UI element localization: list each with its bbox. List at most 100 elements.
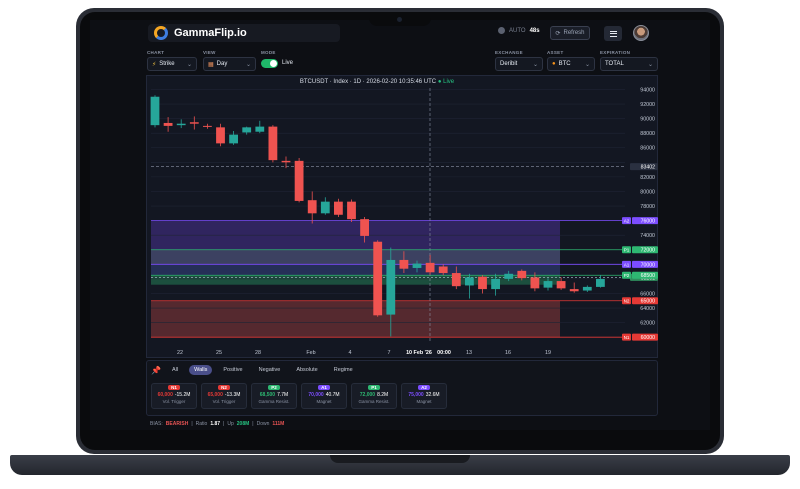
avatar[interactable] [633, 25, 649, 41]
level-strike: 60,000 [157, 392, 173, 398]
level-tag: P2 [624, 273, 630, 278]
logo[interactable]: GammaFlip.io [148, 24, 340, 42]
candle-body [150, 96, 160, 126]
asset-select-value: BTC [558, 61, 571, 67]
filter-chip-positive[interactable]: Positive [218, 365, 247, 375]
chart-select-value: Strike [159, 61, 175, 67]
ratio-value: 1.87 [210, 420, 221, 427]
level-tag: N2 [624, 299, 630, 304]
refresh-label: Refresh [563, 30, 585, 36]
y-tick-label: 80000 [640, 189, 655, 195]
candle-body [334, 201, 343, 215]
up-label: Up [227, 420, 234, 427]
filter-chip-negative[interactable]: Negative [254, 365, 286, 375]
level-card-a1[interactable]: A1 70,000 40.7M Magnet [301, 383, 347, 409]
y-tick-label: 90000 [640, 117, 655, 123]
pin-icon[interactable]: 📌 [151, 366, 161, 375]
refresh-icon: ⟳ [555, 30, 561, 37]
y-tick-label: 94000 [640, 87, 655, 93]
camera-icon [397, 17, 402, 22]
logo-icon [154, 26, 168, 40]
expiration-select[interactable]: TOTAL ⌄ [600, 57, 658, 71]
level-strike: 68,500 [259, 392, 276, 398]
auto-refresh-toggle[interactable]: AUTO 48s [498, 27, 540, 34]
candle-body [347, 201, 356, 220]
level-strike: 70,000 [308, 392, 324, 398]
level-amount: 40.7M [325, 392, 340, 398]
x-tick-label: 00:00 [437, 350, 451, 356]
filter-chip-absolute[interactable]: Absolute [291, 365, 322, 375]
level-value: 60000 [641, 335, 656, 341]
level-tag: A2 [624, 219, 630, 224]
calendar-icon: ▦ [208, 61, 214, 68]
y-tick-label: 86000 [640, 146, 655, 152]
level-card-n1[interactable]: N1 60,000 -15.2M Vol. Trigger [151, 383, 197, 409]
candle-body [189, 122, 199, 124]
x-tick-label: 4 [349, 350, 352, 356]
candle-body [425, 262, 435, 273]
y-tick-label: 64000 [640, 306, 655, 312]
chart-canvas[interactable]: 60000 62000 64000 66000 70000 72000 74000 76000… [147, 76, 659, 359]
filter-chip-regime[interactable]: Regime [329, 365, 358, 375]
negative-gamma-zone [151, 300, 560, 338]
candle-body [412, 263, 422, 268]
level-card-p2[interactable]: P2 68,500 7.7M Gamma Resist. [251, 383, 297, 409]
filter-chip-all[interactable]: All [167, 365, 183, 375]
chart-select[interactable]: ⚡ Strike ⌄ [147, 57, 197, 71]
candle-body [176, 123, 186, 126]
candle-body [229, 134, 238, 144]
candle-body [242, 127, 252, 133]
chart-label: CHART [147, 50, 165, 55]
level-card-a2[interactable]: A2 75,000 32.6M Magnet [401, 383, 447, 409]
level-amount: -13.3M [224, 392, 241, 398]
level-amount: 32.6M [425, 392, 440, 398]
level-tag: A1 [318, 385, 330, 390]
level-desc: Gamma Resist. [258, 399, 290, 404]
candle-body [438, 266, 448, 274]
candle-body [399, 259, 409, 269]
view-select-value: Day [216, 61, 228, 67]
x-tick-label: 13 [466, 350, 472, 356]
level-tag: N1 [168, 385, 180, 390]
view-select[interactable]: ▦ Day ⌄ [203, 57, 256, 71]
hamburger-icon [609, 33, 617, 34]
candle-body [517, 270, 527, 279]
level-tag: A1 [624, 262, 630, 267]
asset-label: ASSET [547, 50, 564, 55]
refresh-button[interactable]: ⟳ Refresh [550, 26, 590, 40]
x-tick-label: 22 [177, 350, 183, 356]
asset-select[interactable]: ● BTC ⌄ [547, 57, 595, 71]
level-tag: N1 [624, 335, 630, 340]
live-toggle[interactable] [261, 59, 278, 68]
candle-body [386, 259, 396, 315]
exchange-label: EXCHANGE [495, 50, 523, 55]
menu-button[interactable] [604, 26, 622, 41]
auto-countdown: 48s [529, 27, 540, 34]
candle-body [451, 273, 461, 287]
candle-body [203, 125, 212, 127]
level-strike: 65,000 [207, 392, 223, 398]
level-card-n2[interactable]: N2 65,000 -13.3M Vol. Trigger [201, 383, 247, 409]
chevron-down-icon: ⌄ [584, 61, 590, 68]
candle-body [281, 160, 291, 163]
y-tick-label: 78000 [640, 204, 655, 210]
view-label: VIEW [203, 50, 216, 55]
candle-body [307, 200, 317, 214]
level-tag: P1 [624, 248, 630, 253]
level-desc: Magnet [316, 399, 332, 404]
candle-body [216, 127, 225, 144]
price-chart[interactable]: BTCUSDT · Index · 1D · 2026-02-20 10:35:… [146, 75, 658, 358]
y-tick-label: 82000 [640, 175, 655, 181]
candle-body [491, 278, 500, 290]
level-amount: -15.2M [174, 392, 191, 398]
filter-chip-walls[interactable]: Walls [189, 365, 213, 375]
chevron-down-icon: ⌄ [186, 61, 192, 68]
candle-body [268, 126, 278, 161]
exchange-select[interactable]: Deribit ⌄ [495, 57, 543, 71]
x-tick-label: 28 [255, 350, 261, 356]
candle-body [543, 281, 553, 288]
app-name: GammaFlip.io [174, 27, 247, 39]
level-amount: 8.2M [377, 392, 389, 398]
level-desc: Vol. Trigger [162, 399, 186, 404]
level-card-p1[interactable]: P1 72,000 8.2M Gamma Resist. [351, 383, 397, 409]
